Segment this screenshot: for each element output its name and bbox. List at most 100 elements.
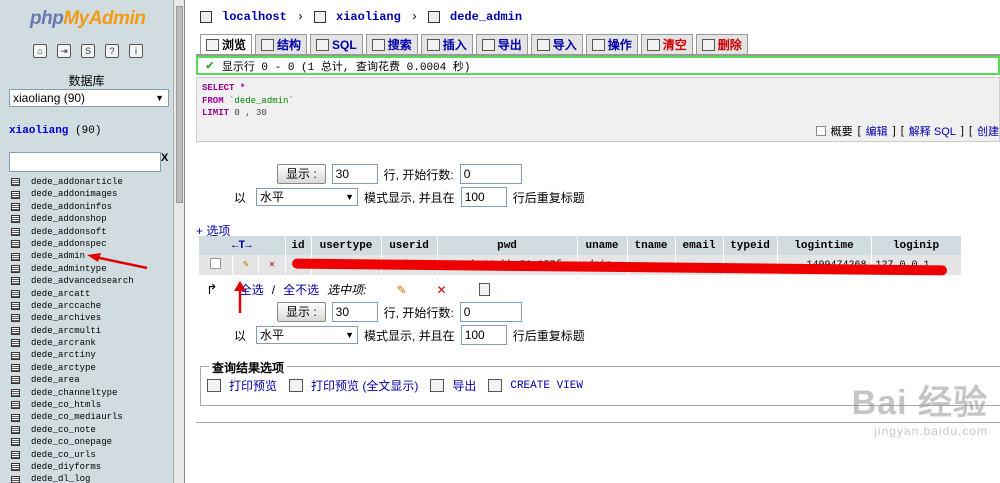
- sidebar-table-item[interactable]: dede_co_htmls: [11, 399, 134, 411]
- column-header-tname[interactable]: tname: [627, 236, 676, 255]
- table-filter-input[interactable]: [9, 152, 161, 172]
- tab-drop[interactable]: 删除: [695, 34, 748, 54]
- tab-operations[interactable]: 操作: [585, 34, 638, 54]
- table-icon[interactable]: [11, 289, 20, 298]
- table-icon[interactable]: [11, 364, 20, 373]
- pencil-icon[interactable]: ✎: [243, 260, 249, 271]
- database-title[interactable]: xiaoliang (90): [9, 125, 101, 137]
- repeat-headers-input-bottom[interactable]: 100: [460, 325, 507, 345]
- tab-insert[interactable]: 插入: [420, 34, 473, 54]
- pencil-icon[interactable]: ✎: [396, 283, 406, 297]
- table-icon[interactable]: [11, 475, 20, 483]
- breadcrumb-database[interactable]: xiaoliang: [336, 10, 401, 24]
- sidebar-table-item[interactable]: dede_addonshop: [11, 213, 134, 225]
- sidebar-table-item[interactable]: dede_arcatt: [11, 288, 134, 300]
- row-checkbox[interactable]: [210, 257, 222, 269]
- column-header-loginip[interactable]: loginip: [871, 236, 962, 255]
- table-icon[interactable]: [11, 438, 20, 447]
- sidebar-table-item[interactable]: dede_co_onepage: [11, 436, 134, 448]
- table-icon[interactable]: [11, 450, 20, 459]
- table-icon[interactable]: [11, 227, 20, 236]
- sidebar-table-item[interactable]: dede_arcmulti: [11, 325, 134, 337]
- column-header-logintime[interactable]: logintime: [777, 236, 872, 255]
- docs-icon[interactable]: ?: [105, 44, 119, 58]
- tab-export[interactable]: 导出: [475, 34, 528, 54]
- delete-icon[interactable]: ✕: [437, 283, 447, 297]
- sidebar-table-item[interactable]: dede_addonimages: [11, 188, 134, 200]
- delete-icon[interactable]: ✕: [269, 260, 275, 271]
- table-icon[interactable]: [11, 302, 20, 311]
- breadcrumb-table[interactable]: dede_admin: [450, 10, 522, 24]
- display-mode-select[interactable]: 水平 ▼: [256, 188, 359, 206]
- explain-sql-link[interactable]: 解释 SQL: [909, 123, 956, 139]
- sidebar-table-item[interactable]: dede_arctype: [11, 362, 134, 374]
- sidebar-table-item[interactable]: dede_area: [11, 374, 134, 386]
- tab-sql[interactable]: SQL: [310, 34, 363, 54]
- table-icon[interactable]: [11, 326, 20, 335]
- sidebar-table-item[interactable]: dede_diyforms: [11, 461, 134, 473]
- uncheck-all-link[interactable]: 全不选: [283, 281, 319, 298]
- column-header-uname[interactable]: uname: [577, 236, 628, 255]
- table-icon[interactable]: [11, 426, 20, 434]
- tab-search[interactable]: 搜索: [365, 34, 418, 54]
- table-icon[interactable]: [11, 277, 20, 286]
- export-link[interactable]: 导出: [452, 377, 476, 394]
- table-icon[interactable]: [11, 339, 20, 348]
- sql-query-icon[interactable]: S: [81, 44, 95, 58]
- create-view-link[interactable]: CREATE VIEW: [510, 380, 583, 392]
- export-selected-icon[interactable]: [478, 283, 490, 296]
- tab-structure[interactable]: 结构: [255, 34, 308, 54]
- table-icon[interactable]: [11, 202, 20, 211]
- table-icon[interactable]: [11, 463, 20, 472]
- sidebar-table-item[interactable]: dede_arccache: [11, 300, 134, 312]
- table-icon[interactable]: [11, 401, 20, 410]
- start-row-input-bottom[interactable]: 0: [459, 302, 522, 322]
- sidebar-table-item[interactable]: dede_co_note: [11, 424, 134, 436]
- repeat-headers-input[interactable]: 100: [460, 187, 507, 207]
- sidebar-table-item[interactable]: dede_addonarticle: [11, 176, 134, 188]
- table-icon[interactable]: [11, 190, 20, 199]
- column-header-userid[interactable]: userid: [381, 236, 438, 255]
- print-full-link[interactable]: 打印预览 (全文显示): [311, 377, 418, 394]
- rows-input[interactable]: 30: [331, 164, 378, 184]
- help-icon[interactable]: i: [129, 44, 143, 58]
- scrollbar-thumb[interactable]: [176, 6, 183, 203]
- sidebar-table-item[interactable]: dede_addonspec: [11, 238, 134, 250]
- filter-clear-button[interactable]: X: [161, 152, 168, 164]
- sidebar-table-item[interactable]: dede_addonsoft: [11, 226, 134, 238]
- table-icon[interactable]: [11, 252, 20, 261]
- sidebar-table-item[interactable]: dede_archives: [11, 312, 134, 324]
- phpmyadmin-logo[interactable]: phpMyAdmin: [30, 8, 146, 30]
- profiling-checkbox[interactable]: [815, 126, 826, 136]
- sidebar-table-item[interactable]: dede_channeltype: [11, 387, 134, 399]
- show-button[interactable]: 显示 :: [277, 164, 326, 184]
- table-icon[interactable]: [11, 388, 20, 397]
- tab-import[interactable]: 导入: [530, 34, 583, 54]
- tab-empty[interactable]: 清空: [640, 34, 693, 54]
- column-header-id[interactable]: id: [285, 236, 312, 255]
- sidebar-table-item[interactable]: dede_arcrank: [11, 337, 134, 349]
- create-php-code-link[interactable]: 创建: [977, 123, 999, 139]
- breadcrumb-server[interactable]: localhost: [222, 10, 287, 24]
- table-icon[interactable]: [11, 215, 20, 224]
- database-select[interactable]: xiaoliang (90) ▼: [9, 89, 169, 107]
- sidebar-table-item[interactable]: dede_co_urls: [11, 449, 134, 461]
- edit-sql-link[interactable]: 编辑: [866, 123, 888, 139]
- rows-input-bottom[interactable]: 30: [331, 302, 378, 322]
- table-icon[interactable]: [11, 413, 20, 422]
- exit-icon[interactable]: ⇥: [57, 44, 71, 58]
- column-header-email[interactable]: email: [675, 236, 724, 255]
- sidebar-table-item[interactable]: dede_co_mediaurls: [11, 411, 134, 423]
- print-preview-link[interactable]: 打印预览: [229, 377, 277, 394]
- column-header-typeid[interactable]: typeid: [723, 236, 778, 255]
- start-row-input[interactable]: 0: [459, 164, 522, 184]
- table-icon[interactable]: [11, 240, 20, 249]
- column-header-pwd[interactable]: pwd: [437, 236, 578, 255]
- table-icon[interactable]: [11, 314, 20, 323]
- sidebar-table-item[interactable]: dede_dl_log: [11, 473, 134, 483]
- tab-browse[interactable]: 浏览: [200, 34, 253, 54]
- sidebar-table-item[interactable]: dede_advancedsearch: [11, 275, 134, 287]
- table-icon[interactable]: [11, 351, 20, 360]
- sidebar-table-item[interactable]: dede_addoninfos: [11, 201, 134, 213]
- column-header-usertype[interactable]: usertype: [311, 236, 382, 255]
